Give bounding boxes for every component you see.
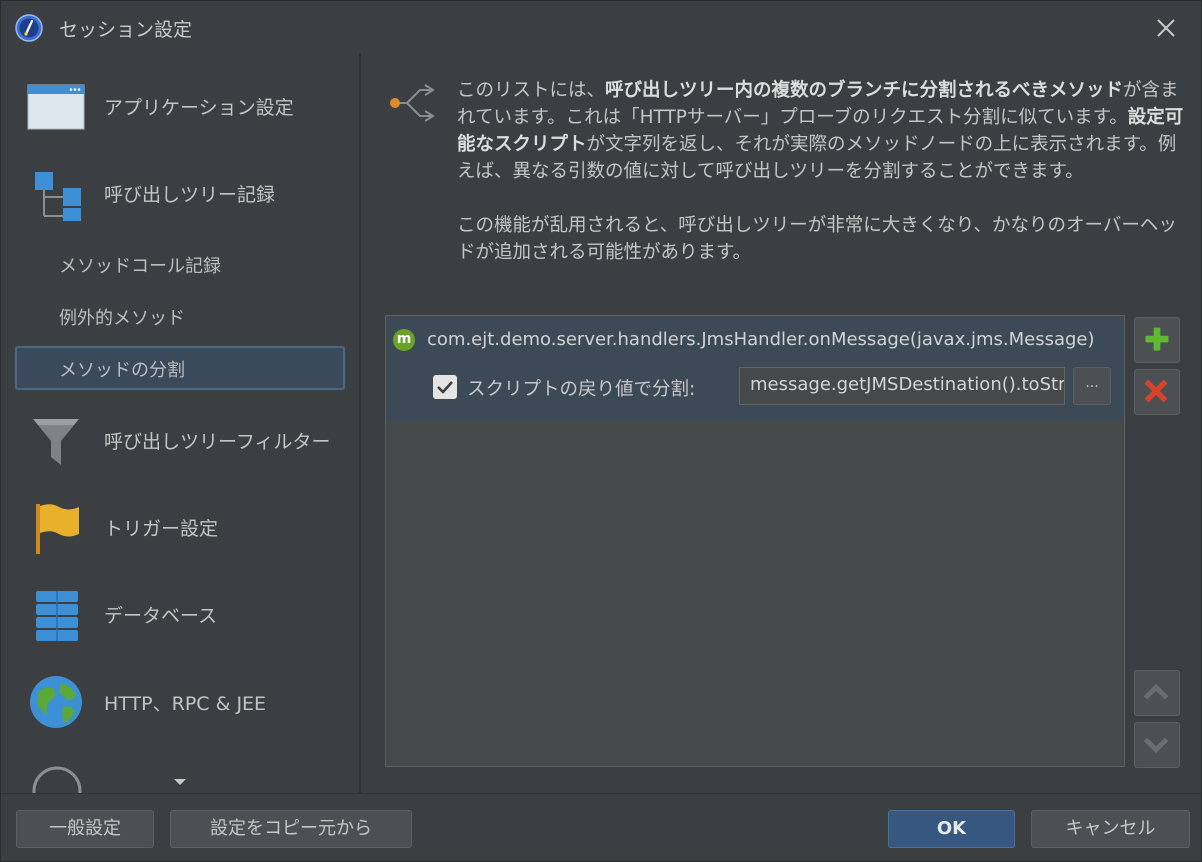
globe-icon (30, 676, 82, 728)
sidebar-item-label: 呼び出しツリーフィルター (104, 431, 331, 453)
script-field[interactable]: message.getJMSDestination().toString() (739, 367, 1065, 405)
funnel-icon (33, 419, 79, 465)
method-icon: m (393, 329, 415, 351)
application-window-icon (27, 84, 85, 130)
split-script-checkbox[interactable] (433, 375, 457, 399)
remove-button[interactable] (1134, 369, 1180, 415)
footer-divider (1, 793, 1201, 794)
sidebar-item-exceptional-methods[interactable]: 例外的メソッド (15, 294, 345, 338)
list-item[interactable]: m com.ejt.demo.server.handlers.JmsHandle… (387, 317, 1123, 421)
partial-nav-icon (32, 766, 82, 793)
sidebar-item-label: データベース (104, 605, 218, 627)
sidebar-item-label: アプリケーション設定 (104, 97, 294, 119)
checkmark-icon (437, 381, 453, 394)
general-settings-button[interactable]: 一般設定 (16, 810, 154, 848)
sidebar-item-label: HTTP、RPC & JEE (104, 693, 267, 715)
edit-script-button[interactable]: ... (1073, 367, 1111, 405)
sidebar-item-label: メソッドコール記録 (59, 256, 221, 277)
app-compass-icon (15, 14, 43, 42)
chevron-down-icon (1143, 737, 1169, 754)
sidebar-item-split-methods[interactable]: メソッドの分割 (15, 346, 345, 390)
delete-x-icon (1144, 379, 1168, 403)
window-title: セッション設定 (59, 19, 193, 41)
description-paragraph-1: このリストには、呼び出しツリー内の複数のブランチに分割されるべきメソッドが含まれ… (457, 77, 1187, 185)
add-button[interactable] (1134, 317, 1180, 363)
plus-icon (1145, 327, 1169, 351)
sidebar-item-call-tree-recording[interactable]: 呼び出しツリー記録 (1, 158, 359, 228)
session-settings-dialog: セッション設定 アプリケーション設定 呼び出しツリー記録 メソッドコール記録 例… (0, 0, 1202, 862)
description-emphasis: 呼び出しツリー内の複数のブランチに分割されるべきメソッド (605, 80, 1124, 101)
method-signature: com.ejt.demo.server.handlers.JmsHandler.… (427, 329, 1095, 350)
split-script-label: スクリプトの戻り値で分割: (467, 379, 696, 400)
flag-icon (36, 504, 79, 554)
sidebar-item-label: 例外的メソッド (59, 308, 185, 329)
sidebar-item-label: メソッドの分割 (59, 360, 185, 381)
move-down-button[interactable] (1134, 722, 1180, 768)
cancel-button[interactable]: キャンセル (1031, 810, 1190, 848)
sidebar-item-trigger-settings[interactable]: トリガー設定 (1, 492, 359, 562)
split-icon (390, 84, 435, 122)
move-up-button[interactable] (1134, 670, 1180, 716)
title-bar: セッション設定 (1, 1, 1201, 53)
sidebar-item-application-settings[interactable]: アプリケーション設定 (1, 71, 359, 141)
chevron-down-icon[interactable] (173, 777, 187, 787)
call-tree-icon (35, 172, 81, 221)
close-icon[interactable] (1151, 13, 1181, 43)
sidebar-item-method-call-recording[interactable]: メソッドコール記録 (15, 242, 345, 286)
sidebar-item-databases[interactable]: データベース (1, 579, 359, 649)
chevron-up-icon (1143, 683, 1169, 700)
copy-settings-button[interactable]: 設定をコピー元から (170, 810, 412, 848)
sidebar-item-call-tree-filters[interactable]: 呼び出しツリーフィルター (1, 405, 359, 475)
split-methods-list[interactable]: m com.ejt.demo.server.handlers.JmsHandle… (385, 315, 1125, 767)
settings-sidebar: アプリケーション設定 呼び出しツリー記録 メソッドコール記録 例外的メソッド メ… (1, 53, 359, 793)
description-run: このリストには、 (457, 80, 606, 101)
sidebar-item-label: 呼び出しツリー記録 (104, 184, 276, 206)
database-icon (36, 591, 78, 641)
sidebar-item-http-rpc-jee[interactable]: HTTP、RPC & JEE (1, 667, 359, 737)
ok-button[interactable]: OK (888, 810, 1015, 848)
description-text: このリストには、呼び出しツリー内の複数のブランチに分割されるべきメソッドが含まれ… (457, 77, 1187, 293)
description-paragraph-2: この機能が乱用されると、呼び出しツリーが非常に大きくなり、かなりのオーバーヘッド… (457, 215, 1177, 263)
sidebar-divider (359, 53, 361, 793)
sidebar-item-label: トリガー設定 (104, 518, 219, 540)
